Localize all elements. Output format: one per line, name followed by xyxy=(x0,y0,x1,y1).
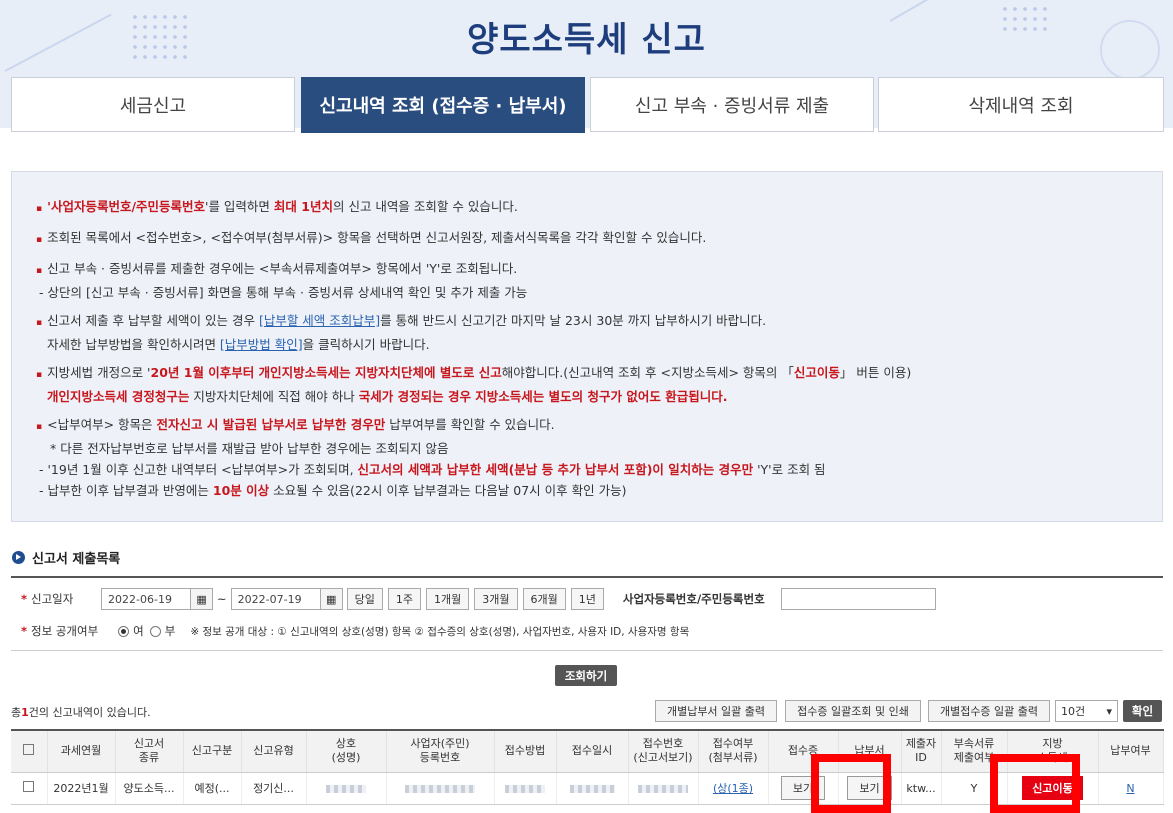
id-label: 사업자등록번호/주민등록번호 xyxy=(622,592,765,606)
column-header: 신고서 종류 xyxy=(115,730,184,773)
tax-payment-link[interactable]: [납부할 세액 조회납부] xyxy=(259,313,380,328)
tab-deleted-history[interactable]: 삭제내역 조회 xyxy=(878,77,1164,132)
tab-filing-history[interactable]: 신고내역 조회 (접수증 · 납부서) xyxy=(301,77,585,133)
print-individual-receipts-button[interactable]: 개별접수증 일괄 출력 xyxy=(928,700,1050,722)
column-header: 신고구분 xyxy=(183,730,242,773)
result-count: 총1건의 신고내역이 있습니다. xyxy=(11,706,151,719)
notice-subitem: * 다른 전자납부번호로 납부서를 재발급 받아 납부한 경우에는 조회되지 않… xyxy=(50,441,449,456)
cell-receipt-no-masked[interactable] xyxy=(628,772,699,805)
column-header: 제출자 ID xyxy=(901,730,942,773)
period-button-1year[interactable]: 1년 xyxy=(570,588,604,610)
cell-datetime-masked xyxy=(556,772,629,805)
cell-division: 예정(... xyxy=(183,772,242,805)
tab-bar: 세금신고 신고내역 조회 (접수증 · 납부서) 신고 부속 · 증빙서류 제출… xyxy=(11,77,1164,133)
highlight-box-local-tax xyxy=(990,754,1080,813)
period-button-6months[interactable]: 6개월 xyxy=(522,588,566,610)
print-receipts-button[interactable]: 접수증 일괄조회 및 인쇄 xyxy=(785,700,921,722)
required-icon: * xyxy=(21,592,28,606)
tab-supporting-documents[interactable]: 신고 부속 · 증빙서류 제출 xyxy=(590,77,874,132)
search-panel: * 신고일자 2022-06-19 ▦ ~ 2022-07-19 ▦ 당일 1주… xyxy=(11,576,1163,651)
notice-subitem: - '19년 1월 이후 신고한 내역부터 <납부여부>가 조회되며, 신고서의… xyxy=(39,462,826,477)
column-header: 접수번호 (신고서보기) xyxy=(628,730,699,773)
cell-attachments: (상(1종) xyxy=(698,772,769,805)
cell-submitter: ktw... xyxy=(901,772,942,805)
payment-method-link[interactable]: [납부방법 확인] xyxy=(220,337,303,352)
cell-name-masked xyxy=(306,772,387,805)
section-title: 신고서 제출목록 xyxy=(12,548,120,567)
search-button[interactable]: 조회하기 xyxy=(555,665,617,686)
cell-period: 2022년1월 xyxy=(47,772,116,805)
period-button-today[interactable]: 당일 xyxy=(346,588,383,610)
public-no-label: 부 xyxy=(164,624,176,638)
column-header: 접수방법 xyxy=(494,730,557,773)
cell-id-masked xyxy=(386,772,495,805)
notice-item: 신고서 제출 후 납부할 세액이 있는 경우 [납부할 세액 조회납부]를 통해… xyxy=(36,310,1162,334)
notice-item: '사업자등록번호/주민등록번호'를 입력하면 최대 1년치의 신고 내역을 조회… xyxy=(36,196,1162,220)
column-header: 사업자(주민) 등록번호 xyxy=(386,730,495,773)
confirm-button[interactable]: 확인 xyxy=(1123,700,1162,722)
search-row-public: * 정보 공개여부 여 부 ※ 정보 공개 대상 : ① 신고내역의 상호(성명… xyxy=(21,623,689,639)
attachments-link[interactable]: (상(1종) xyxy=(713,782,753,795)
notice-item: 지방세법 개정으로 '20년 1월 이후부터 개인지방소득세는 지방자치단체에 … xyxy=(36,362,1162,386)
cell-paid: N xyxy=(1098,772,1164,805)
print-payment-slips-button[interactable]: 개별납부서 일괄 출력 xyxy=(655,700,777,722)
id-number-input[interactable] xyxy=(780,588,936,610)
column-header: 신고유형 xyxy=(241,730,307,773)
period-button-1month[interactable]: 1개월 xyxy=(426,588,470,610)
date-from-input[interactable]: 2022-06-19 xyxy=(101,588,192,610)
notice-subitem: - 납부한 이후 납부결과 반영에는 10분 이상 소요될 수 있음(22시 이… xyxy=(39,483,627,498)
notice-subitem: - 상단의 [신고 부속 · 증빙서류] 화면을 통해 부속 · 증빙서류 상세… xyxy=(39,285,528,300)
notice-item: 조회된 목록에서 <접수번호>, <접수여부(첨부서류)> 항목을 선택하면 신… xyxy=(36,227,1162,251)
cell-method-masked xyxy=(494,772,557,805)
chevron-down-icon: ▾ xyxy=(1106,704,1112,718)
notice-box: '사업자등록번호/주민등록번호'를 입력하면 최대 1년치의 신고 내역을 조회… xyxy=(11,171,1163,522)
public-no-radio[interactable] xyxy=(149,625,161,637)
column-header: 과세연월 xyxy=(47,730,116,773)
select-all-checkbox-cell xyxy=(11,730,48,773)
section-bullet-icon xyxy=(12,551,25,564)
public-label: 정보 공개여부 xyxy=(31,624,99,638)
date-tilde: ~ xyxy=(217,592,227,606)
page-size-select[interactable]: 10건 ▾ xyxy=(1055,700,1118,722)
notice-item: 신고 부속 · 증빙서류를 제출한 경우에는 <부속서류제출여부> 항목에서 '… xyxy=(36,258,1162,282)
column-header: 접수일시 xyxy=(556,730,629,773)
cell-type: 정기신... xyxy=(241,772,307,805)
row-checkbox-cell xyxy=(11,772,48,805)
select-all-checkbox[interactable] xyxy=(23,743,35,755)
tab-tax-filing[interactable]: 세금신고 xyxy=(11,77,295,132)
public-yes-label: 여 xyxy=(133,624,144,638)
row-checkbox[interactable] xyxy=(23,781,35,792)
notice-subitem: 개인지방소득세 경정청구는 지방자치단체에 직접 해야 하나 국세가 경정되는 … xyxy=(47,389,728,404)
paid-status-link[interactable]: N xyxy=(1126,782,1134,795)
date-to-input[interactable]: 2022-07-19 xyxy=(230,588,321,610)
search-row-date: * 신고일자 2022-06-19 ▦ ~ 2022-07-19 ▦ 당일 1주… xyxy=(21,588,936,610)
required-icon: * xyxy=(21,624,28,638)
cell-form: 양도소득... xyxy=(115,772,184,805)
calendar-icon[interactable]: ▦ xyxy=(191,588,214,610)
notice-item: <납부여부> 항목은 전자신고 시 발급된 납부서로 납부한 경우만 납부여부를… xyxy=(36,414,1162,438)
column-header: 상호 (성명) xyxy=(306,730,387,773)
calendar-icon[interactable]: ▦ xyxy=(320,588,343,610)
notice-subitem: 자세한 납부방법을 확인하시려면 [납부방법 확인]을 클릭하시기 바랍니다. xyxy=(47,337,430,352)
column-header: 접수여부 (첨부서류) xyxy=(698,730,769,773)
period-button-3months[interactable]: 3개월 xyxy=(474,588,518,610)
column-header: 납부여부 xyxy=(1098,730,1164,773)
highlight-box-payment-slip xyxy=(811,754,891,813)
date-label: 신고일자 xyxy=(31,592,74,606)
public-note: ※ 정보 공개 대상 : ① 신고내역의 상호(성명) 항목 ② 접수증의 상호… xyxy=(190,625,690,638)
public-yes-radio[interactable] xyxy=(118,625,130,637)
page-title: 양도소득세 신고 xyxy=(467,20,706,60)
period-button-1week[interactable]: 1주 xyxy=(387,588,422,610)
